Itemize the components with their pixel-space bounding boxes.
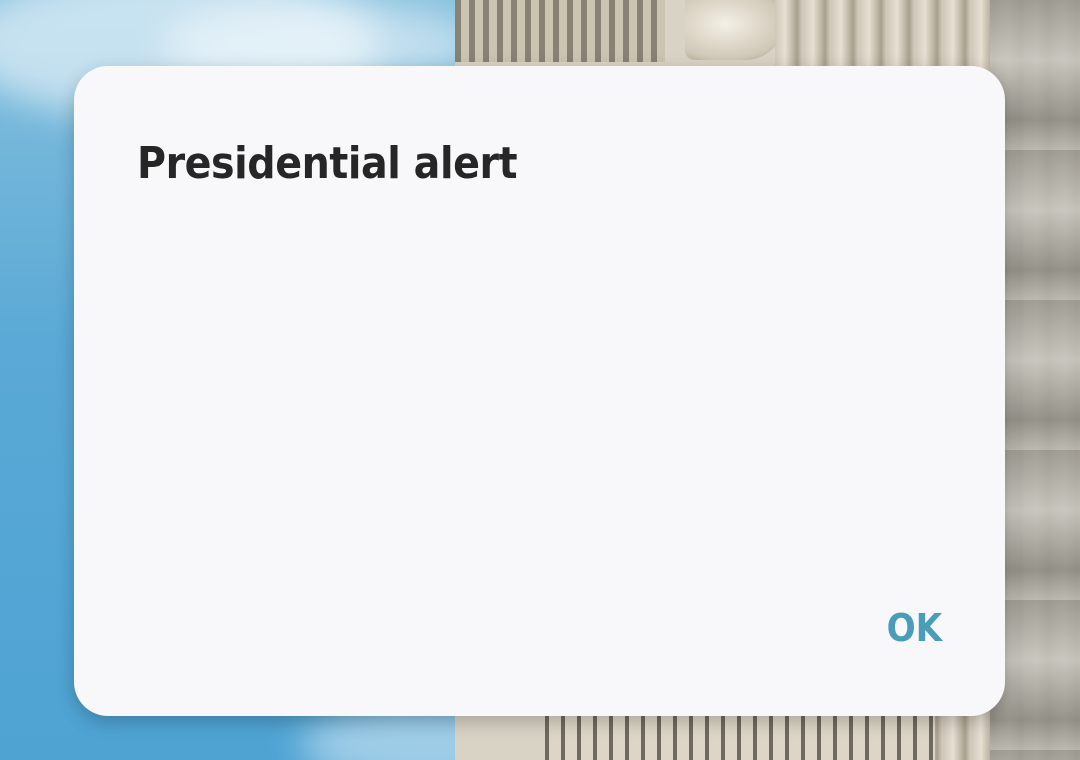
ok-button[interactable]: OK: [874, 598, 955, 658]
dialog-title: Presidential alert: [137, 138, 518, 189]
dialog-message: [137, 216, 942, 596]
building-frieze: [455, 0, 665, 62]
alert-dialog: Presidential alert OK: [74, 66, 1005, 716]
column-capital: [685, 0, 785, 60]
wallpaper-screen: Presidential alert OK: [0, 0, 1080, 760]
